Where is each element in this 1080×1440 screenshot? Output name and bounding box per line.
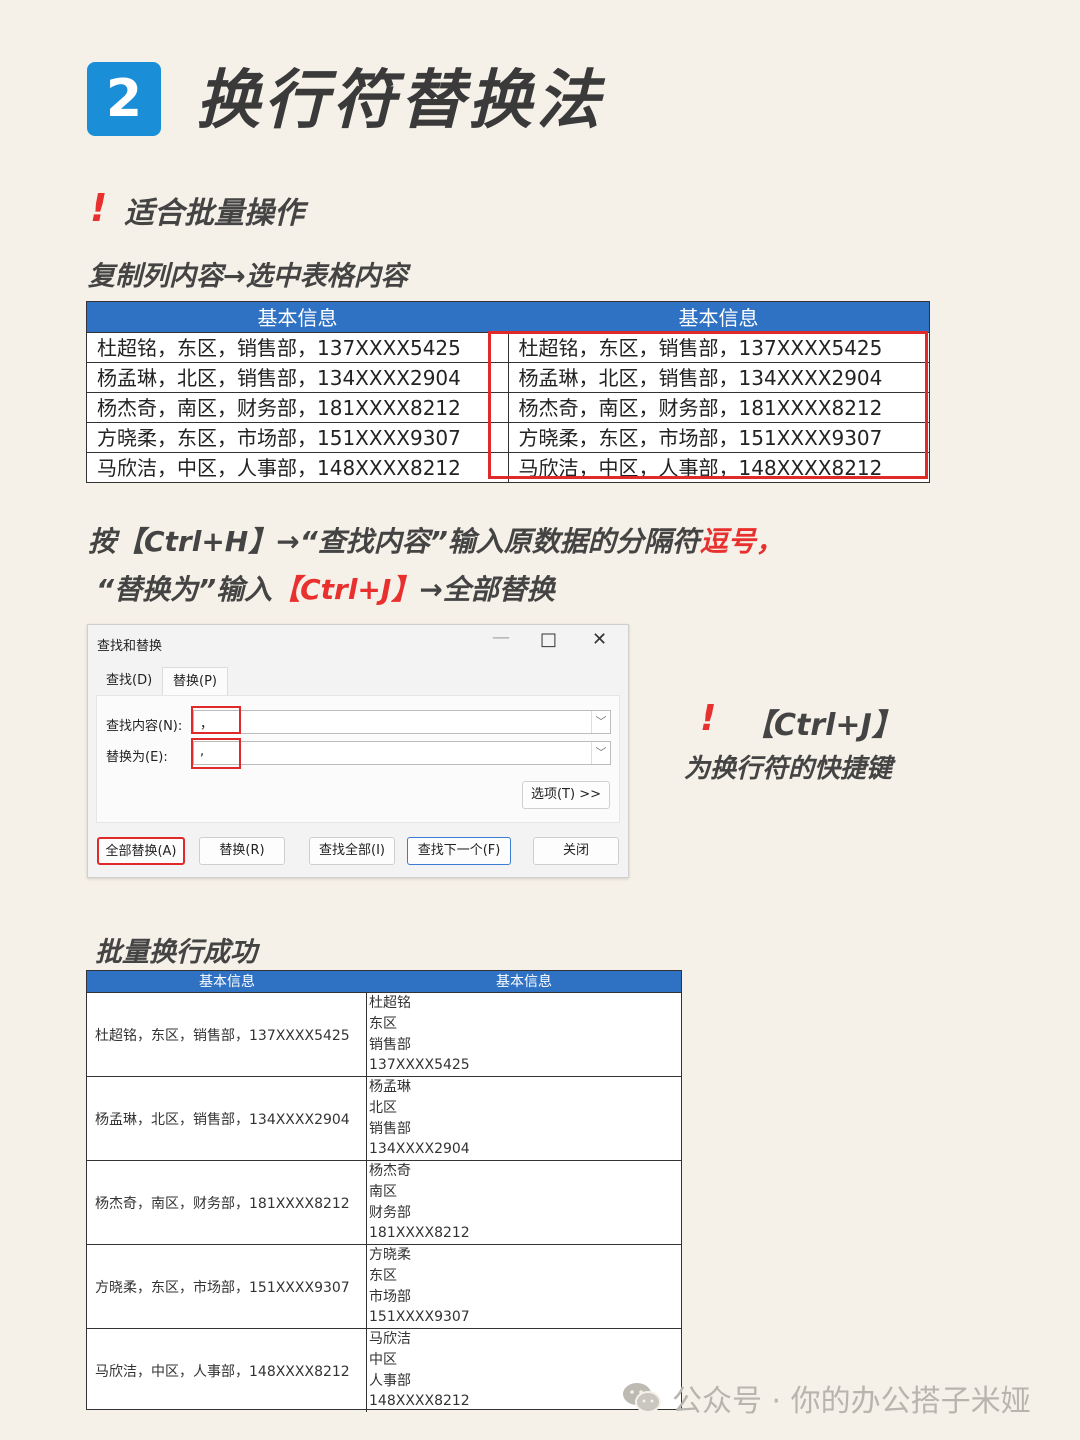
replace-button[interactable]: 替换(R) <box>199 837 285 865</box>
tab-find[interactable]: 查找(D) <box>96 667 162 695</box>
cell-line: 134XXXX2904 <box>369 1141 470 1158</box>
cell-line: 151XXXX9307 <box>369 1309 470 1326</box>
table-cell[interactable]: 方晓柔，东区，市场部，151XXXX9307 <box>87 1245 367 1328</box>
step-number-badge: 2 <box>87 62 161 136</box>
step-replace-text: “替换为”输入 <box>96 573 273 606</box>
cell-line: 南区 <box>369 1183 397 1200</box>
cell-line: 137XXXX5425 <box>369 1057 470 1074</box>
cell-line: 东区 <box>369 1267 397 1284</box>
chevron-down-icon[interactable]: ﹀ <box>591 711 610 733</box>
close-icon[interactable]: ✕ <box>592 629 607 650</box>
step-ctrl-j: “替换为”输入【Ctrl+J】→全部替换 <box>96 568 555 608</box>
table-cell[interactable]: 杜超铭，东区，销售部，137XXXX5425 <box>87 993 367 1076</box>
header-cell: 基本信息 <box>257 306 338 330</box>
cell-line: 市场部 <box>369 1288 411 1305</box>
shortcut-description: 为换行符的快捷键 <box>684 754 893 784</box>
replace-label: 替换为(E): <box>106 750 168 765</box>
replace-panel: 查找内容(N): ， ﹀ 替换为(E): , ﹀ 选项(T) >> <box>96 695 620 823</box>
table-row: 杨孟琳，北区，销售部，134XXXX2904 杨孟琳 北区 销售部 134XXX… <box>87 1076 681 1160</box>
cell-line: 杨孟琳 <box>369 1079 411 1095</box>
table-row: 杨杰奇，南区，财务部，181XXXX8212 杨杰奇 南区 财务部 181XXX… <box>87 1160 681 1244</box>
table-row: 方晓柔，东区，市场部，151XXXX9307 方晓柔 东区 市场部 151XXX… <box>87 1244 681 1328</box>
shortcut-key: 【Ctrl+J】 <box>744 708 902 743</box>
table-cell-multiline[interactable]: 杨杰奇 南区 财务部 181XXXX8212 <box>367 1161 681 1244</box>
table-row: 杜超铭，东区，销售部，137XXXX5425 杜超铭 东区 销售部 137XXX… <box>87 992 681 1076</box>
cell-line: 财务部 <box>369 1204 411 1221</box>
exclamation-icon: ! <box>90 186 108 230</box>
maximize-icon[interactable]: □ <box>540 629 557 650</box>
table-header: 基本信息 基本信息 <box>87 971 681 992</box>
replace-all-button[interactable]: 全部替换(A) <box>97 837 185 865</box>
wechat-icon <box>623 1383 661 1413</box>
cell-line: 北区 <box>369 1099 397 1116</box>
cell-line: 181XXXX8212 <box>369 1225 470 1242</box>
replace-input[interactable]: , ﹀ <box>193 741 611 765</box>
close-button[interactable]: 关闭 <box>533 837 619 865</box>
header-cell: 基本信息 <box>678 306 759 330</box>
exclamation-icon: ! <box>700 698 717 739</box>
find-input[interactable]: ， ﹀ <box>193 710 611 734</box>
find-next-button[interactable]: 查找下一个(F) <box>407 837 511 865</box>
table-cell-multiline[interactable]: 杜超铭 东区 销售部 137XXXX5425 <box>367 993 681 1076</box>
minimize-icon[interactable]: — <box>492 627 510 648</box>
header-cell: 基本信息 <box>199 974 255 990</box>
step-replace-all-text: →全部替换 <box>419 573 555 606</box>
step-copy-select: 复制列内容→选中表格内容 <box>88 261 408 292</box>
table-cell-multiline[interactable]: 方晓柔 东区 市场部 151XXXX9307 <box>367 1245 681 1328</box>
ctrl-j-highlight: 【Ctrl+J】 <box>272 573 420 606</box>
cell-line: 杨杰奇 <box>369 1163 411 1179</box>
table-cell[interactable]: 杨杰奇，南区，财务部，181XXXX8212 <box>87 1161 367 1244</box>
cell-line: 方晓柔 <box>369 1247 411 1263</box>
result-title: 批量换行成功 <box>95 937 257 968</box>
cell-line: 杜超铭 <box>369 995 411 1011</box>
chevron-down-icon[interactable]: ﹀ <box>591 742 610 764</box>
tab-replace[interactable]: 替换(P) <box>162 667 228 696</box>
watermark-text: 公众号 · 你的办公搭子米娅 <box>672 1384 1031 1419</box>
comma-highlight: 逗号， <box>699 525 784 558</box>
table-cell[interactable]: 马欣洁，中区，人事部，148XXXX8212 <box>87 1329 367 1412</box>
step-ctrl-h: 按【Ctrl+H】→“查找内容”输入原数据的分隔符逗号， <box>88 520 784 560</box>
cell-line: 销售部 <box>369 1120 411 1137</box>
table-cell[interactable]: 马欣洁，中区，人事部，148XXXX8212 <box>87 453 509 482</box>
table-cell-multiline[interactable]: 杨孟琳 北区 销售部 134XXXX2904 <box>367 1077 681 1160</box>
table-cell[interactable]: 杨杰奇，南区，财务部，181XXXX8212 <box>87 393 509 422</box>
find-replace-dialog: 查找和替换 — □ ✕ 查找(D) 替换(P) 查找内容(N): ， ﹀ 替换为… <box>87 624 629 878</box>
cell-line: 马欣洁 <box>369 1331 411 1347</box>
cell-line: 东区 <box>369 1015 397 1032</box>
page-title: 换行符替换法 <box>196 64 604 138</box>
step-ctrl-h-text: 按【Ctrl+H】→“查找内容”输入原数据的分隔符 <box>88 525 700 558</box>
cell-line: 中区 <box>369 1351 397 1368</box>
options-button[interactable]: 选项(T) >> <box>522 781 610 809</box>
find-label: 查找内容(N): <box>106 719 183 734</box>
result-table: 基本信息 基本信息 杜超铭，东区，销售部，137XXXX5425 杜超铭 东区 … <box>86 970 682 1412</box>
watermark: 公众号 · 你的办公搭子米娅 <box>622 1376 1031 1420</box>
table-cell[interactable]: 方晓柔，东区，市场部，151XXXX9307 <box>87 423 509 452</box>
table-header: 基本信息 基本信息 <box>87 302 929 332</box>
note-batch: 适合批量操作 <box>124 196 304 231</box>
replace-input-highlight <box>191 738 241 769</box>
find-input-highlight <box>191 706 241 734</box>
selection-highlight <box>488 331 928 479</box>
cell-line: 销售部 <box>369 1036 411 1053</box>
dialog-title: 查找和替换 <box>97 639 163 654</box>
table-cell[interactable]: 杨孟琳，北区，销售部，134XXXX2904 <box>87 1077 367 1160</box>
table-cell[interactable]: 杜超铭，东区，销售部，137XXXX5425 <box>87 333 509 362</box>
header-cell: 基本信息 <box>496 974 552 990</box>
table-cell[interactable]: 杨孟琳，北区，销售部，134XXXX2904 <box>87 363 509 392</box>
table-row: 马欣洁，中区，人事部，148XXXX8212 马欣洁 中区 人事部 148XXX… <box>87 1328 681 1412</box>
find-all-button[interactable]: 查找全部(I) <box>309 837 395 865</box>
